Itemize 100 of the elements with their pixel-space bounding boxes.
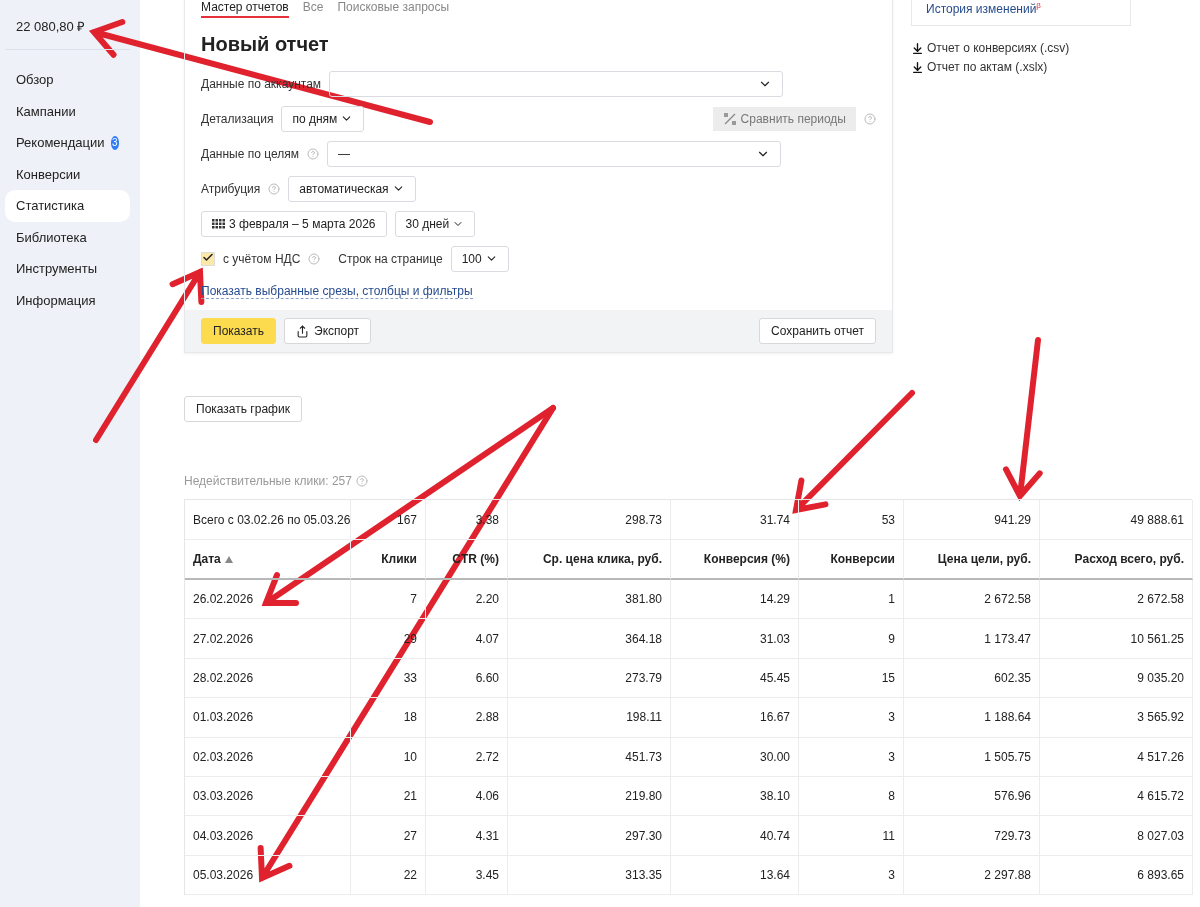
export-button[interactable]: Экспорт <box>284 318 372 344</box>
table-cell: 05.03.2026 <box>185 855 351 896</box>
table-cell: 3 <box>799 855 904 896</box>
table-cell: 8 <box>799 776 904 817</box>
totals-cell: 53 <box>799 500 904 540</box>
upload-icon <box>296 324 309 338</box>
sidebar-item[interactable]: Статистика <box>5 190 130 222</box>
sidebar-item[interactable]: Конверсии <box>5 158 130 190</box>
table-cell: 7 <box>351 580 426 620</box>
table-cell: 4.31 <box>426 816 508 856</box>
sidebar-item[interactable]: Библиотека <box>5 221 130 253</box>
download-link[interactable]: Отчет по актам (.xslx) <box>911 60 1131 74</box>
table-cell: 2.88 <box>426 698 508 738</box>
table-cell: 3 <box>799 698 904 738</box>
detail-dropdown[interactable]: по дням <box>281 105 365 132</box>
slash-icon <box>722 111 737 126</box>
help-icon[interactable] <box>308 252 321 265</box>
download-icon <box>911 41 924 55</box>
help-icon[interactable] <box>355 475 368 487</box>
tab[interactable]: Поисковые запросы <box>337 0 450 18</box>
column-header[interactable]: Расход всего, руб. <box>1040 540 1193 580</box>
tab[interactable]: Мастер отчетов <box>201 0 289 18</box>
table-cell: 10 561.25 <box>1040 619 1193 659</box>
table-cell: 3 <box>799 737 904 777</box>
table-cell: 40.74 <box>671 816 799 856</box>
tab[interactable]: Все <box>302 0 324 18</box>
help-icon[interactable] <box>864 112 876 125</box>
table-cell: 2.72 <box>426 737 508 777</box>
table-cell: 602.35 <box>904 658 1040 699</box>
table-cell: 297.30 <box>508 816 671 856</box>
table-cell: 15 <box>799 658 904 699</box>
download-link[interactable]: Отчет о конверсиях (.csv) <box>911 41 1131 55</box>
table-cell: 381.80 <box>508 580 671 620</box>
table-cell: 313.35 <box>508 855 671 896</box>
table-cell: 04.03.2026 <box>185 816 351 856</box>
history-link[interactable]: История изменений$^{β}$ <box>926 0 1041 15</box>
report-title: Новый отчет <box>201 31 330 57</box>
vat-checkbox[interactable] <box>201 251 215 266</box>
table-cell: 01.03.2026 <box>185 698 351 738</box>
field-label: Детализация <box>201 111 274 126</box>
table-cell: 3 565.92 <box>1040 698 1193 738</box>
table-cell: 18 <box>351 698 426 738</box>
table-cell: 1 505.75 <box>904 737 1040 777</box>
table-cell: 2 297.88 <box>904 855 1040 896</box>
help-icon[interactable] <box>268 182 281 195</box>
totals-cell: 167 <box>351 500 426 540</box>
table-cell: 273.79 <box>508 658 671 699</box>
table-cell: 6 893.65 <box>1040 855 1193 896</box>
table-cell: 33 <box>351 658 426 699</box>
show-chart-button[interactable]: Показать график <box>184 396 302 422</box>
table-cell: 28.02.2026 <box>185 658 351 699</box>
table-cell: 364.18 <box>508 619 671 659</box>
table-cell: 9 035.20 <box>1040 658 1193 699</box>
show-button[interactable]: Показать <box>201 318 276 344</box>
column-header[interactable]: Дата <box>185 540 351 580</box>
sidebar-item[interactable]: Кампании <box>5 95 130 127</box>
period-dropdown[interactable]: 30 дней <box>394 210 476 237</box>
help-icon[interactable] <box>306 147 319 160</box>
table-cell: 8 027.03 <box>1040 816 1193 856</box>
table-cell: 03.03.2026 <box>185 776 351 817</box>
column-header[interactable]: Клики <box>351 540 426 580</box>
table-cell: 1 173.47 <box>904 619 1040 659</box>
checkbox-label: с учётом НДС <box>223 251 301 266</box>
table-cell: 10 <box>351 737 426 777</box>
attribution-dropdown[interactable]: автоматическая <box>288 175 416 202</box>
table-cell: 45.45 <box>671 658 799 699</box>
invalid-clicks-text: Недействительные клики: 257 <box>184 474 352 488</box>
table-cell: 4.07 <box>426 619 508 659</box>
table-cell: 02.03.2026 <box>185 737 351 777</box>
sidebar-item[interactable]: Инструменты <box>5 253 130 285</box>
calendar-icon <box>212 218 226 229</box>
sidebar-item[interactable]: Информация <box>5 284 130 316</box>
save-button[interactable]: Сохранить отчет <box>759 318 876 344</box>
field-label: Атрибуция <box>201 181 261 196</box>
sidebar-item[interactable]: Рекомендации 3 <box>5 127 130 159</box>
table-cell: 16.67 <box>671 698 799 738</box>
totals-cell: 31.74 <box>671 500 799 540</box>
table-cell: 6.60 <box>426 658 508 699</box>
table-cell: 21 <box>351 776 426 817</box>
compare-button[interactable]: Сравнить периоды <box>712 106 856 131</box>
accounts-select[interactable] <box>329 70 784 97</box>
goals-select[interactable]: — <box>326 140 781 167</box>
table-cell: 3.45 <box>426 855 508 896</box>
column-header[interactable]: Цена цели, руб. <box>904 540 1040 580</box>
column-header[interactable]: Конверсия (%) <box>671 540 799 580</box>
table-cell: 4 517.26 <box>1040 737 1193 777</box>
count-badge: 3 <box>110 135 119 150</box>
sidebar-item[interactable]: Обзор <box>5 64 130 96</box>
totals-cell: 49 888.61 <box>1040 500 1193 540</box>
table-cell: 1 <box>799 580 904 620</box>
table-cell: 27.02.2026 <box>185 619 351 659</box>
table-cell: 9 <box>799 619 904 659</box>
account-balance: 22 080,80 ₽ <box>5 0 130 50</box>
date-range-button[interactable]: 3 февраля – 5 марта 2026 <box>201 210 387 237</box>
table-cell: 13.64 <box>671 855 799 896</box>
table-cell: 198.11 <box>508 698 671 738</box>
column-header[interactable]: Ср. цена клика, руб. <box>508 540 671 580</box>
rows-dropdown[interactable]: 100 <box>450 245 509 272</box>
totals-cell: 941.29 <box>904 500 1040 540</box>
column-header[interactable]: Конверсии <box>799 540 904 580</box>
